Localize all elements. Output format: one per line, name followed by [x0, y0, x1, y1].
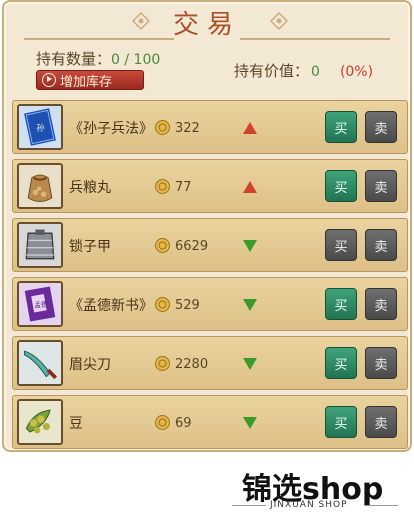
sell-button[interactable]: 卖 — [365, 347, 397, 379]
ornament-icon — [270, 12, 288, 30]
title-bar: 交易 — [4, 2, 410, 40]
title-divider — [240, 38, 390, 40]
item-name: 锁子甲 — [69, 239, 111, 255]
coin-icon — [155, 179, 170, 194]
list-item: 孟德 《孟德新书》 529 买 卖 — [12, 277, 408, 331]
watermark-divider — [232, 505, 266, 506]
trend-down-icon — [243, 417, 257, 429]
holding-count-value: 0 / 100 — [111, 52, 161, 68]
holding-value-percent: (0%) — [339, 64, 374, 80]
svg-text:孙: 孙 — [36, 123, 44, 133]
watermark-divider — [364, 505, 398, 506]
chainmail-icon — [17, 222, 63, 268]
buy-button[interactable]: 买 — [325, 229, 357, 261]
holding-value: 持有价值： 0 (0%) — [234, 60, 373, 81]
buy-button[interactable]: 买 — [325, 347, 357, 379]
coin-icon — [155, 238, 170, 253]
play-icon — [42, 73, 56, 87]
watermark-subtext: JINXUAN SHOP — [270, 500, 348, 510]
sell-button[interactable]: 卖 — [365, 406, 397, 438]
beans-icon — [17, 399, 63, 445]
trend-down-icon — [243, 358, 257, 370]
sell-button[interactable]: 卖 — [365, 170, 397, 202]
purple-book-icon: 孟德 — [17, 281, 63, 327]
item-name: 兵粮丸 — [69, 180, 111, 196]
coin-icon — [155, 120, 170, 135]
svg-text:孟德: 孟德 — [35, 300, 48, 309]
add-storage-button[interactable]: 增加库存 — [36, 70, 144, 90]
item-list: 孙 《孙子兵法》 322 买 卖 兵粮丸 77 买 卖 锁子甲 6629 买 卖… — [12, 100, 408, 454]
item-name: 豆 — [69, 416, 83, 432]
blade-icon — [17, 340, 63, 386]
list-item: 锁子甲 6629 买 卖 — [12, 218, 408, 272]
trend-down-icon — [243, 299, 257, 311]
buy-button[interactable]: 买 — [325, 288, 357, 320]
blue-book-icon: 孙 — [17, 104, 63, 150]
coin-icon — [155, 415, 170, 430]
add-storage-label: 增加库存 — [60, 74, 113, 90]
list-item: 兵粮丸 77 买 卖 — [12, 159, 408, 213]
trend-down-icon — [243, 240, 257, 252]
buy-button[interactable]: 买 — [325, 111, 357, 143]
sell-button[interactable]: 卖 — [365, 229, 397, 261]
coin-icon — [155, 297, 170, 312]
trend-up-icon — [243, 122, 257, 134]
item-name: 《孙子兵法》 — [69, 121, 153, 137]
buy-button[interactable]: 买 — [325, 406, 357, 438]
grain-sack-icon — [17, 163, 63, 209]
list-item: 豆 69 买 卖 — [12, 395, 408, 449]
holding-value-label: 持有价值： — [234, 62, 310, 80]
item-name: 《孟德新书》 — [69, 298, 153, 314]
coin-icon — [155, 356, 170, 371]
item-price: 2280 — [175, 357, 209, 372]
buy-button[interactable]: 买 — [325, 170, 357, 202]
shop-watermark: 锦选shop JINXUAN SHOP — [214, 460, 414, 513]
sell-button[interactable]: 卖 — [365, 288, 397, 320]
sell-button[interactable]: 卖 — [365, 111, 397, 143]
item-name: 眉尖刀 — [69, 357, 111, 373]
title-divider — [24, 38, 174, 40]
holding-value-amount: 0 — [311, 64, 320, 80]
item-price: 322 — [175, 121, 200, 136]
trend-up-icon — [243, 181, 257, 193]
trade-panel: 交易 持有数量：0 / 100 增加库存 持有价值： 0 (0%) 孙 《孙子兵法》… — [2, 0, 412, 452]
page-title: 交易 — [172, 10, 241, 40]
holding-count-label: 持有数量： — [36, 50, 112, 68]
item-price: 69 — [175, 416, 192, 431]
list-item: 孙 《孙子兵法》 322 买 卖 — [12, 100, 408, 154]
item-price: 6629 — [175, 239, 209, 254]
list-item: 眉尖刀 2280 买 卖 — [12, 336, 408, 390]
item-price: 529 — [175, 298, 200, 313]
holding-count: 持有数量：0 / 100 — [36, 48, 160, 69]
item-price: 77 — [175, 180, 192, 195]
